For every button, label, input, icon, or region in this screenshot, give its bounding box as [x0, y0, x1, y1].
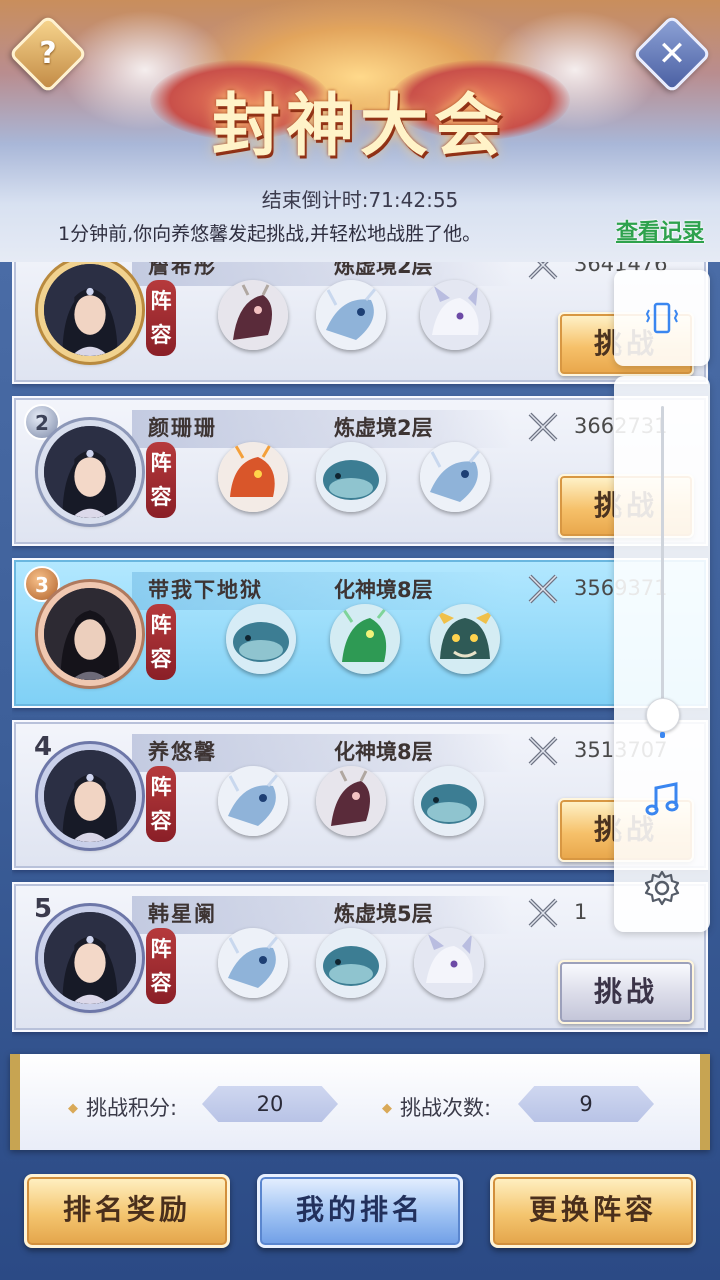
- player-realm: 炼虚境5层: [334, 902, 433, 926]
- rank-reward-button[interactable]: 排名奖励: [24, 1174, 230, 1248]
- player-name: 韩星阑: [148, 902, 217, 926]
- ranking-card-5: 5 韩星阑 炼虚境5层 1 阵容 挑战: [12, 882, 708, 1032]
- ranking-card-1: 詹希彤 炼虚境2层 3641476 阵容 挑战: [12, 262, 708, 384]
- my-rank-button[interactable]: 我的排名: [257, 1174, 463, 1248]
- avatar[interactable]: [38, 420, 142, 524]
- ranking-card-2: 2 颜珊珊 炼虚境2层 3662731 阵容 挑战: [12, 396, 708, 546]
- volume-slider-thumb[interactable]: [646, 698, 680, 732]
- pet-lineup: [210, 766, 510, 846]
- white-dragon-pet-icon[interactable]: [316, 280, 386, 350]
- change-lineup-button[interactable]: 更换阵容: [490, 1174, 696, 1248]
- female-portrait-icon: [44, 426, 136, 518]
- countdown: 结束倒计时:71:42:55: [0, 184, 720, 213]
- crossed-swords-icon: [528, 262, 558, 280]
- rank-number: 4: [34, 732, 53, 762]
- fire-dragon-pet-icon[interactable]: [218, 442, 288, 512]
- lineup-tag: 阵容: [146, 928, 176, 1004]
- white-dragon-pet-icon[interactable]: [218, 928, 288, 998]
- volume-panel: [614, 376, 710, 932]
- female-portrait-icon: [44, 264, 136, 356]
- ranking-card-3-self: 3 带我下地狱 化神境8层 3569371 阵容: [12, 558, 708, 708]
- pet-lineup: [210, 928, 510, 1008]
- crossed-swords-icon: [528, 574, 558, 604]
- points-label: 挑战积分:: [68, 1092, 177, 1122]
- lineup-tag: 阵容: [146, 280, 176, 356]
- dark-dragon-pet-icon[interactable]: [218, 280, 288, 350]
- player-name: 詹希彤: [148, 262, 217, 278]
- ranking-list[interactable]: 詹希彤 炼虚境2层 3641476 阵容 挑战 2 颜珊珊 炼虚境2层 3662…: [12, 262, 708, 1040]
- dragon-mask-pet-icon[interactable]: [430, 604, 500, 674]
- avatar[interactable]: [38, 262, 142, 362]
- header-banner: 封神大会 ? ✕ 结束倒计时:71:42:55 1分钟前,你向养悠馨发起挑战,并…: [0, 0, 720, 262]
- combat-power: 1: [574, 900, 588, 924]
- avatar[interactable]: [38, 744, 142, 848]
- lineup-tag: 阵容: [146, 604, 176, 680]
- points-value: 20: [202, 1086, 338, 1122]
- player-realm: 炼虚境2层: [334, 416, 433, 440]
- white-wolf-pet-icon[interactable]: [414, 928, 484, 998]
- white-wolf-pet-icon[interactable]: [420, 280, 490, 350]
- crossed-swords-icon: [528, 412, 558, 442]
- avatar[interactable]: [38, 582, 142, 686]
- volume-slider-track[interactable]: [661, 406, 664, 716]
- dark-dragon-pet-icon[interactable]: [316, 766, 386, 836]
- white-dragon-pet-icon[interactable]: [420, 442, 490, 512]
- lineup-tag: 阵容: [146, 766, 176, 842]
- gear-icon[interactable]: [642, 868, 682, 908]
- player-realm: 炼虚境2层: [334, 262, 433, 278]
- player-realm: 化神境8层: [334, 578, 433, 602]
- music-note-icon[interactable]: [642, 780, 682, 820]
- player-name: 养悠馨: [148, 740, 217, 764]
- whale-pet-icon[interactable]: [316, 928, 386, 998]
- female-portrait-icon: [44, 912, 136, 1004]
- whale-pet-icon[interactable]: [226, 604, 296, 674]
- ranking-card-4: 4 养悠馨 化神境8层 3513707 阵容 挑战: [12, 720, 708, 870]
- green-dragon-pet-icon[interactable]: [330, 604, 400, 674]
- white-dragon-pet-icon[interactable]: [218, 766, 288, 836]
- view-record-link[interactable]: 查看记录: [616, 214, 704, 246]
- whale-pet-icon[interactable]: [414, 766, 484, 836]
- avatar[interactable]: [38, 906, 142, 1010]
- count-value: 9: [518, 1086, 654, 1122]
- challenge-stats-bar: 挑战积分: 20 挑战次数: 9: [10, 1054, 710, 1150]
- whale-pet-icon[interactable]: [316, 442, 386, 512]
- pet-lineup: [210, 280, 510, 360]
- pet-lineup: [210, 442, 510, 522]
- player-name: 带我下地狱: [148, 578, 263, 602]
- male-portrait-icon: [44, 588, 136, 680]
- question-icon: ?: [39, 36, 57, 71]
- countdown-label: 结束倒计时:: [261, 188, 369, 212]
- count-label: 挑战次数:: [382, 1092, 491, 1122]
- countdown-value: 71:42:55: [368, 188, 459, 212]
- close-icon: ✕: [657, 34, 687, 74]
- player-realm: 化神境8层: [334, 740, 433, 764]
- battle-notice: 1分钟前,你向养悠馨发起挑战,并轻松地战胜了他。: [58, 223, 482, 245]
- rank-number: 5: [34, 894, 53, 924]
- female-portrait-icon: [44, 750, 136, 842]
- page-title: 封神大会: [211, 86, 508, 166]
- player-name: 颜珊珊: [148, 416, 217, 440]
- vibrate-toggle[interactable]: [614, 270, 710, 366]
- volume-level-indicator: [660, 732, 665, 738]
- lineup-tag: 阵容: [146, 442, 176, 518]
- pet-lineup: [210, 604, 510, 684]
- crossed-swords-icon: [528, 898, 558, 928]
- crossed-swords-icon: [528, 736, 558, 766]
- challenge-button[interactable]: 挑战: [558, 960, 694, 1024]
- vibrate-icon: [645, 302, 679, 334]
